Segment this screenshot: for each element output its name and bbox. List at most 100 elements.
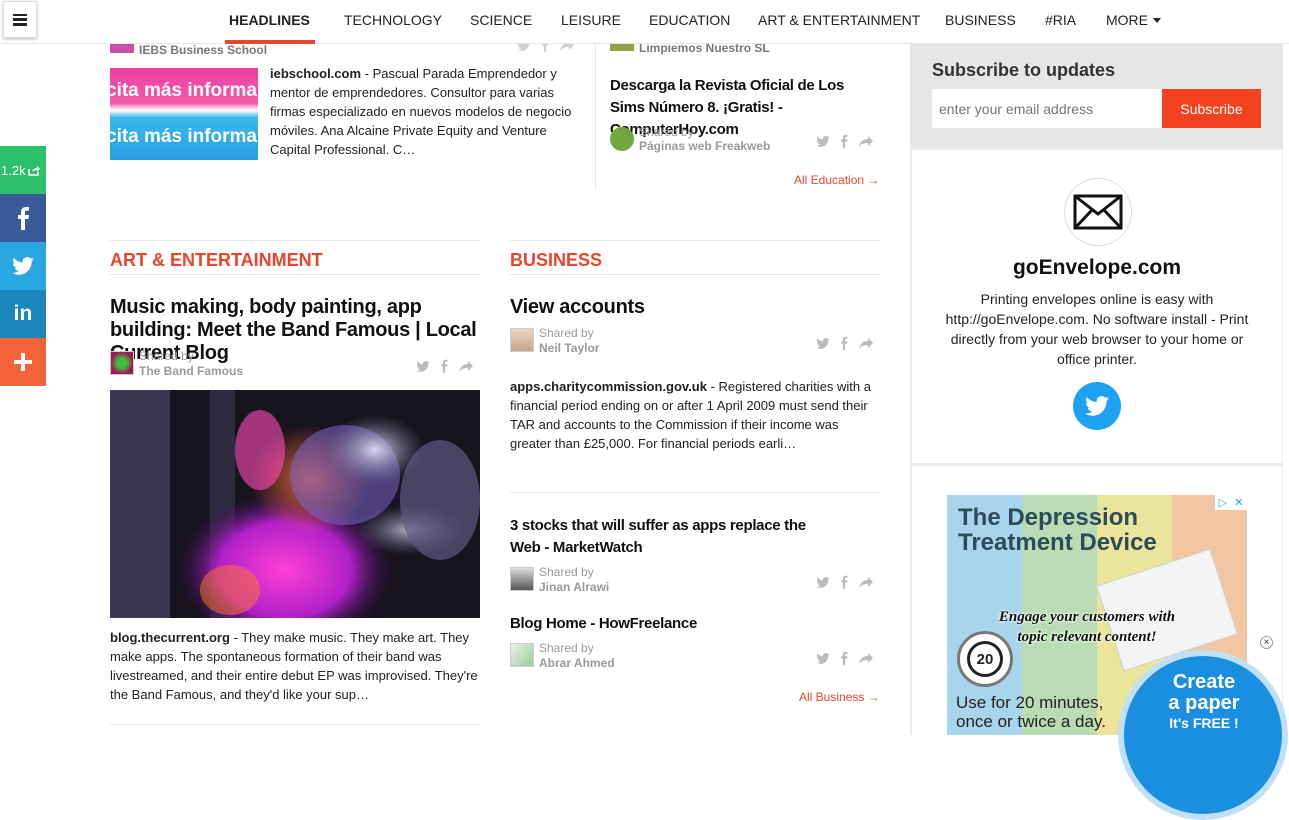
nav-technology[interactable]: TECHNOLOGY <box>344 12 442 28</box>
ad-title: The Depression Treatment Device <box>958 504 1157 556</box>
divider <box>110 274 480 275</box>
share-count: 1.2k <box>1 162 26 178</box>
avatar[interactable] <box>510 567 534 591</box>
twitter-icon[interactable] <box>416 360 430 372</box>
facebook-icon[interactable] <box>840 575 848 589</box>
avatar[interactable] <box>510 328 534 352</box>
top-navigation: HEADLINES TECHNOLOGY SCIENCE LEISURE EDU… <box>0 0 1289 44</box>
article-domain[interactable]: blog.thecurrent.org <box>110 630 230 645</box>
facebook-share-button[interactable] <box>0 194 46 242</box>
article-summary: iebschool.com - Pascual Parada Emprended… <box>270 64 580 159</box>
divider <box>510 492 880 493</box>
share-icon[interactable] <box>858 652 874 665</box>
linkedin-icon: in <box>13 302 33 325</box>
divider <box>510 274 880 275</box>
promo-card: goEnvelope.com Printing envelopes online… <box>912 150 1282 463</box>
divider <box>510 240 880 241</box>
nav-business[interactable]: BUSINESS <box>945 12 1016 28</box>
share-icon[interactable] <box>858 576 874 589</box>
email-field[interactable] <box>932 89 1162 128</box>
nav-art-entertainment[interactable]: ART & ENTERTAINMENT <box>758 12 920 28</box>
article-domain[interactable]: apps.charitycommission.gov.uk <box>510 379 707 394</box>
divider <box>110 724 480 725</box>
article-image[interactable] <box>110 390 480 618</box>
article-headline[interactable]: 3 stocks that will suffer as apps replac… <box>510 515 840 559</box>
all-business-link[interactable]: All Business → <box>799 690 880 704</box>
caret-down-icon <box>1153 18 1161 23</box>
nav-ria[interactable]: #RIA <box>1045 12 1076 28</box>
twitter-icon[interactable] <box>816 135 830 147</box>
twitter-icon[interactable] <box>816 652 830 664</box>
facebook-icon[interactable] <box>840 134 848 148</box>
close-icon[interactable]: × <box>1260 636 1273 649</box>
twitter-follow-button[interactable] <box>1073 382 1121 430</box>
shared-by-name[interactable]: Abrar Ahmed <box>539 656 615 670</box>
article-summary: apps.charitycommission.gov.uk - Register… <box>510 377 880 453</box>
article-headline[interactable]: Blog Home - HowFreelance <box>510 613 697 635</box>
source-logo <box>110 43 134 53</box>
promo-title[interactable]: goEnvelope.com <box>912 256 1282 280</box>
email-input[interactable] <box>932 89 1162 128</box>
twitter-icon <box>12 257 34 275</box>
shared-by-name[interactable]: The Band Famous <box>139 364 243 378</box>
shared-by-label: Shared by <box>539 565 594 579</box>
shared-by-label: Shared by <box>539 326 594 340</box>
facebook-icon[interactable] <box>440 359 448 373</box>
twitter-icon[interactable] <box>816 576 830 588</box>
article-headline[interactable]: View accounts <box>510 296 645 319</box>
nav-leisure[interactable]: LEISURE <box>561 12 621 28</box>
hamburger-icon <box>13 13 27 26</box>
shared-by-name[interactable]: Jinan Alrawi <box>539 580 609 594</box>
timer-number: 20 <box>967 641 1003 677</box>
envelope-logo[interactable] <box>1065 179 1131 245</box>
article-domain[interactable]: iebschool.com <box>270 66 361 81</box>
share-count-button[interactable]: 1.2k <box>0 146 46 194</box>
facebook-icon[interactable] <box>840 336 848 350</box>
ad-choices[interactable]: ▷ ✕ <box>1215 495 1247 510</box>
thumbnail-text: cita más informa <box>110 126 257 147</box>
share-icon[interactable] <box>858 135 874 148</box>
share-icon[interactable] <box>458 360 474 373</box>
avatar[interactable] <box>610 127 634 151</box>
subscribe-button[interactable]: Subscribe <box>1162 89 1261 128</box>
all-education-link[interactable]: All Education → <box>794 173 879 187</box>
nav-more[interactable]: MORE <box>1106 12 1161 28</box>
create-line3: It's FREE ! <box>1169 715 1239 731</box>
ad-info-icon[interactable]: ▷ <box>1219 496 1227 509</box>
shared-by-name[interactable]: Páginas web Freakweb <box>639 139 770 153</box>
twitter-icon <box>1085 396 1109 416</box>
source-name[interactable]: IEBS Business School <box>139 43 267 57</box>
article-thumbnail[interactable]: cita más informa cita más informa <box>110 68 258 160</box>
nav-more-label: MORE <box>1106 12 1148 28</box>
menu-button[interactable] <box>3 1 37 38</box>
nav-science[interactable]: SCIENCE <box>470 12 532 28</box>
body-paint-photo <box>110 390 480 618</box>
subscribe-box: Subscribe to updates Subscribe <box>910 44 1283 148</box>
shared-by-name[interactable]: Neil Taylor <box>539 341 599 355</box>
create-line2: a paper <box>1168 692 1240 714</box>
create-paper-widget[interactable]: Create a paper It's FREE ! <box>1118 650 1288 820</box>
ad-close-icon[interactable]: ✕ <box>1234 496 1243 509</box>
article-actions <box>816 651 874 665</box>
nav-headlines[interactable]: HEADLINES <box>229 12 310 28</box>
plus-icon <box>14 353 32 371</box>
facebook-icon <box>18 207 29 230</box>
section-title-art[interactable]: ART & ENTERTAINMENT <box>110 250 323 271</box>
thumbnail-text: cita más informa <box>110 80 257 101</box>
section-title-business[interactable]: BUSINESS <box>510 250 602 271</box>
article-actions <box>416 359 474 373</box>
column-divider <box>595 44 596 190</box>
nav-education[interactable]: EDUCATION <box>649 12 730 28</box>
ad-overlay-text: Engage your customers with topic relevan… <box>998 609 1176 645</box>
avatar[interactable] <box>510 643 534 667</box>
share-icon[interactable] <box>858 337 874 350</box>
facebook-icon[interactable] <box>840 651 848 665</box>
ad-bottom-text: Use for 20 minutes, once or twice a day. <box>956 693 1106 731</box>
twitter-icon[interactable] <box>816 337 830 349</box>
article-actions <box>816 336 874 350</box>
more-share-button[interactable] <box>0 338 46 386</box>
avatar[interactable] <box>110 351 134 375</box>
divider <box>110 240 480 241</box>
twitter-share-button[interactable] <box>0 242 46 290</box>
linkedin-share-button[interactable]: in <box>0 290 46 338</box>
